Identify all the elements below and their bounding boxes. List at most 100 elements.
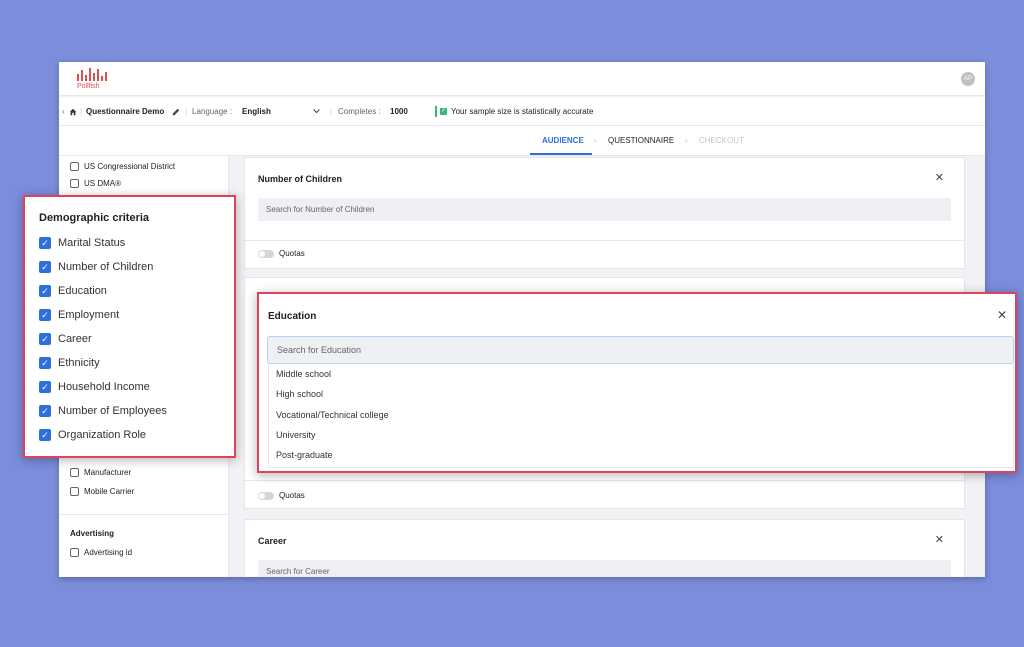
active-tab-indicator [530, 153, 592, 155]
criteria-label: Marital Status [58, 237, 126, 249]
card-divider [245, 240, 964, 241]
criteria-label: Household Income [58, 381, 150, 393]
sidebar-item-mobile-carrier[interactable]: Mobile Carrier [70, 487, 134, 496]
top-bar: Pollfish AP [59, 62, 985, 96]
criteria-item-organization-role[interactable]: ✓ Organization Role [39, 429, 146, 441]
sidebar-item-label: US DMA® [84, 179, 122, 188]
toolbar-separator: | [185, 107, 188, 116]
criteria-card-career: Career ✕ Search for Career [244, 519, 965, 577]
quotas-toggle[interactable]: Quotas [258, 491, 305, 500]
pollfish-logo[interactable]: Pollfish [77, 68, 111, 92]
criteria-label: Career [58, 333, 92, 345]
checkbox-checked-icon[interactable]: ✓ [39, 405, 51, 417]
card-title: Number of Children [258, 174, 343, 184]
criteria-item-ethnicity[interactable]: ✓ Ethnicity [39, 357, 100, 369]
sidebar-item-label: Manufacturer [84, 468, 132, 477]
demographic-criteria-panel: Demographic criteria ✓ Marital Status ✓ … [23, 195, 236, 458]
checkbox-checked-icon[interactable]: ✓ [39, 309, 51, 321]
card-title: Career [258, 536, 287, 546]
quotas-label: Quotas [279, 491, 305, 500]
card-divider [245, 480, 964, 481]
status-text: Your sample size is statistically accura… [451, 107, 594, 116]
close-icon[interactable]: ✕ [935, 171, 944, 184]
criteria-label: Ethnicity [58, 357, 100, 369]
sidebar-item-manufacturer[interactable]: Manufacturer [70, 468, 131, 477]
close-icon[interactable]: ✕ [997, 308, 1007, 322]
criteria-item-number-of-children[interactable]: ✓ Number of Children [39, 261, 153, 273]
education-search-input[interactable]: Search for Education [267, 336, 1014, 364]
checkbox[interactable] [70, 162, 79, 171]
criteria-label: Education [58, 285, 107, 297]
education-options-list: Middle school High school Vocational/Tec… [268, 364, 1014, 468]
toolbar-separator: | [330, 107, 333, 116]
close-icon[interactable]: ✕ [935, 533, 944, 546]
criteria-card-number-of-children: Number of Children ✕ Search for Number o… [244, 157, 965, 269]
criteria-item-household-income[interactable]: ✓ Household Income [39, 381, 150, 393]
criteria-label: Employment [58, 309, 120, 321]
sidebar-item-us-congressional-district[interactable]: US Congressional District [70, 162, 175, 171]
chevron-right-icon: › [594, 136, 597, 145]
home-icon[interactable] [69, 97, 77, 126]
toggle-switch[interactable] [258, 249, 274, 258]
quotas-toggle[interactable]: Quotas [258, 249, 305, 258]
option-high-school[interactable]: High school [276, 389, 323, 399]
sample-size-status: ✓ Your sample size is statistically accu… [435, 97, 593, 126]
toggle-switch[interactable] [258, 491, 274, 500]
logo-text: Pollfish [77, 83, 100, 90]
sidebar-divider [59, 514, 229, 515]
criteria-label: Number of Children [58, 261, 154, 273]
education-criteria-popup: Education ✕ Search for Education Middle … [257, 292, 1017, 473]
option-vocational-technical-college[interactable]: Vocational/Technical college [276, 410, 389, 420]
criteria-item-marital-status[interactable]: ✓ Marital Status [39, 237, 125, 249]
checkbox[interactable] [70, 468, 79, 477]
completes-label: Completes : [338, 107, 381, 116]
panel-heading: Demographic criteria [39, 212, 150, 224]
checkbox-checked-icon[interactable]: ✓ [39, 237, 51, 249]
search-input[interactable]: Search for Number of Children [258, 198, 951, 221]
criteria-item-employment[interactable]: ✓ Employment [39, 309, 119, 321]
status-bar-icon [435, 106, 437, 117]
sidebar-item-advertising-id[interactable]: Advertising id [70, 548, 132, 557]
tab-audience[interactable]: AUDIENCE [542, 136, 584, 145]
questionnaire-title[interactable]: Questionnaire Demo [86, 97, 164, 126]
sidebar-item-label: Mobile Carrier [84, 487, 135, 496]
checkbox-checked-icon[interactable]: ✓ [39, 429, 51, 441]
sidebar-section-heading: Advertising [70, 529, 115, 538]
toolbar: ‹ | Questionnaire Demo | Language : Engl… [59, 97, 985, 126]
popup-title: Education [268, 311, 317, 322]
option-middle-school[interactable]: Middle school [276, 369, 331, 379]
criteria-label: Organization Role [58, 429, 147, 441]
criteria-item-education[interactable]: ✓ Education [39, 285, 107, 297]
language-label: Language : [192, 107, 233, 116]
option-post-graduate[interactable]: Post-graduate [276, 450, 333, 460]
checkbox-checked-icon[interactable]: ✓ [39, 381, 51, 393]
chevron-down-icon[interactable] [313, 97, 320, 126]
sidebar-item-label: Advertising id [84, 548, 133, 557]
checkbox[interactable] [70, 487, 79, 496]
criteria-label: Number of Employees [58, 405, 167, 417]
edit-pencil-icon[interactable] [172, 97, 180, 126]
search-input[interactable]: Search for Career [258, 560, 951, 577]
checkbox-checked-icon[interactable]: ✓ [39, 333, 51, 345]
criteria-item-number-of-employees[interactable]: ✓ Number of Employees [39, 405, 167, 417]
check-icon: ✓ [440, 108, 447, 115]
chevron-right-icon: › [685, 136, 688, 145]
checkbox-checked-icon[interactable]: ✓ [39, 285, 51, 297]
logo-icon [77, 68, 111, 81]
back-chevron-icon[interactable]: ‹ [62, 97, 65, 126]
language-select[interactable]: English [242, 97, 271, 126]
option-university[interactable]: University [276, 430, 316, 440]
avatar[interactable]: AP [961, 72, 975, 86]
checkbox-checked-icon[interactable]: ✓ [39, 261, 51, 273]
checkbox-checked-icon[interactable]: ✓ [39, 357, 51, 369]
steps-bar: AUDIENCE › QUESTIONNAIRE › CHECKOUT [59, 126, 985, 156]
sidebar-item-label: US Congressional District [84, 162, 176, 171]
quotas-label: Quotas [279, 249, 305, 258]
tab-questionnaire[interactable]: QUESTIONNAIRE [608, 136, 674, 145]
tab-checkout[interactable]: CHECKOUT [699, 136, 744, 145]
sidebar-item-us-dma[interactable]: US DMA® [70, 179, 121, 188]
completes-value[interactable]: 1000 [390, 97, 408, 126]
checkbox[interactable] [70, 548, 79, 557]
criteria-item-career[interactable]: ✓ Career [39, 333, 92, 345]
checkbox[interactable] [70, 179, 79, 188]
